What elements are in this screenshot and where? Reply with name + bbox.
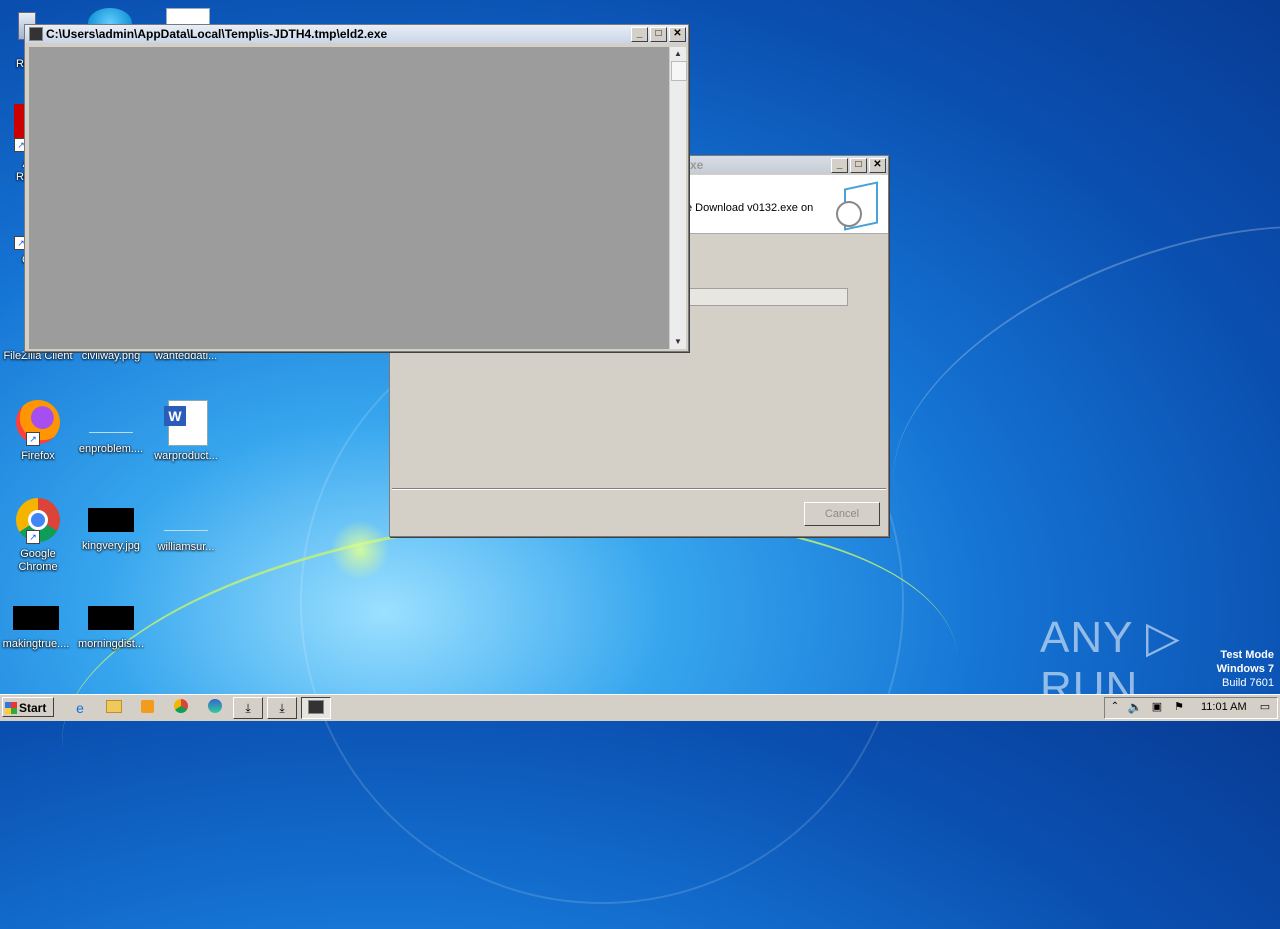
scroll-down-arrow-icon[interactable]: ▼: [670, 335, 686, 349]
vertical-scrollbar[interactable]: ▲ ▼: [669, 47, 687, 349]
progress-bar: [686, 288, 848, 306]
cancel-button[interactable]: Cancel: [804, 502, 880, 526]
console-app-icon: [308, 700, 324, 714]
close-button[interactable]: ✕: [669, 26, 686, 42]
desktop-icon-williamsur[interactable]: williamsur...: [148, 496, 224, 554]
desktop-icon-firefox[interactable]: ↗ Firefox: [0, 398, 76, 463]
desktop-icon-warproduct[interactable]: W warproduct...: [148, 398, 224, 463]
edge-icon[interactable]: [205, 698, 225, 718]
taskbar-console-button[interactable]: [301, 697, 331, 719]
minimize-button[interactable]: _: [631, 26, 648, 42]
desktop-icon-chrome[interactable]: ↗ Google Chrome: [0, 496, 76, 574]
action-center-flag-icon[interactable]: ⚑: [1171, 699, 1187, 715]
media-player-icon[interactable]: [137, 698, 157, 718]
desktop: { "desktop": { "icons": [ {"label": "Re"…: [0, 0, 1280, 929]
maximize-button[interactable]: □: [850, 157, 867, 173]
maximize-button[interactable]: □: [650, 26, 667, 42]
console-titlebar[interactable]: C:\Users\admin\AppData\Local\Temp\is-JDT…: [25, 25, 688, 43]
chrome-taskbar-icon[interactable]: [171, 698, 191, 718]
show-hidden-icons-icon[interactable]: ⌃: [1107, 699, 1123, 715]
console-output-area[interactable]: [29, 47, 669, 349]
firefox-icon: ↗: [14, 398, 62, 446]
wallpaper-glow: [330, 520, 390, 580]
desktop-icon-enproblem[interactable]: enproblem....: [73, 398, 149, 456]
image-thumbnail: [88, 606, 134, 630]
taskbar-installer-button[interactable]: ⤓: [233, 697, 263, 719]
console-app-icon: [29, 27, 43, 41]
separator: [392, 488, 886, 490]
scroll-up-arrow-icon[interactable]: ▲: [670, 47, 686, 61]
start-button[interactable]: Start: [2, 697, 54, 717]
download-icon: ⤓: [279, 701, 285, 715]
taskbar-setup-button[interactable]: ⤓: [267, 697, 297, 719]
image-thumbnail: [13, 606, 59, 630]
desktop-icon-kingvery[interactable]: kingvery.jpg: [73, 496, 149, 553]
installer-box-icon: [836, 181, 880, 231]
internet-explorer-icon[interactable]: e: [70, 698, 90, 718]
folder-icon[interactable]: [104, 698, 124, 718]
network-icon[interactable]: ▣: [1149, 699, 1165, 715]
taskbar: Start e ⤓ ⤓ ⌃ 🔈 ▣ ⚑ 11:01 AM ▭: [0, 694, 1280, 721]
clock[interactable]: 11:01 AM: [1201, 701, 1247, 713]
console-window: C:\Users\admin\AppData\Local\Temp\is-JDT…: [24, 24, 689, 352]
close-button[interactable]: ✕: [869, 157, 886, 173]
download-icon: ⤓: [245, 701, 251, 715]
file-thumbnail: [89, 412, 133, 433]
scroll-thumb[interactable]: [671, 61, 687, 81]
word-w-icon: W: [164, 406, 186, 426]
desktop-icon-makingtrue[interactable]: makingtrue....: [0, 594, 74, 651]
shortcut-arrow-icon: ↗: [26, 432, 40, 446]
setup-header-text: e Download v0132.exe on: [686, 202, 814, 214]
volume-icon[interactable]: 🔈: [1127, 699, 1143, 715]
system-tray: ⌃ 🔈 ▣ ⚑ 11:01 AM ▭: [1104, 697, 1278, 719]
minimize-button[interactable]: _: [831, 157, 848, 173]
desktop-icon-morningdist[interactable]: morningdist...: [73, 594, 149, 651]
wallpaper-swirl: [846, 156, 1280, 646]
chrome-icon: ↗: [14, 496, 62, 544]
file-thumbnail: [164, 510, 208, 531]
shortcut-arrow-icon: ↗: [26, 530, 40, 544]
word-document-icon: W: [162, 398, 210, 446]
image-thumbnail: [88, 508, 134, 532]
test-mode-notice: Test Mode Windows 7 Build 7601: [1216, 649, 1274, 689]
windows-logo-icon: [5, 702, 17, 714]
show-desktop-icon[interactable]: ▭: [1257, 699, 1273, 715]
